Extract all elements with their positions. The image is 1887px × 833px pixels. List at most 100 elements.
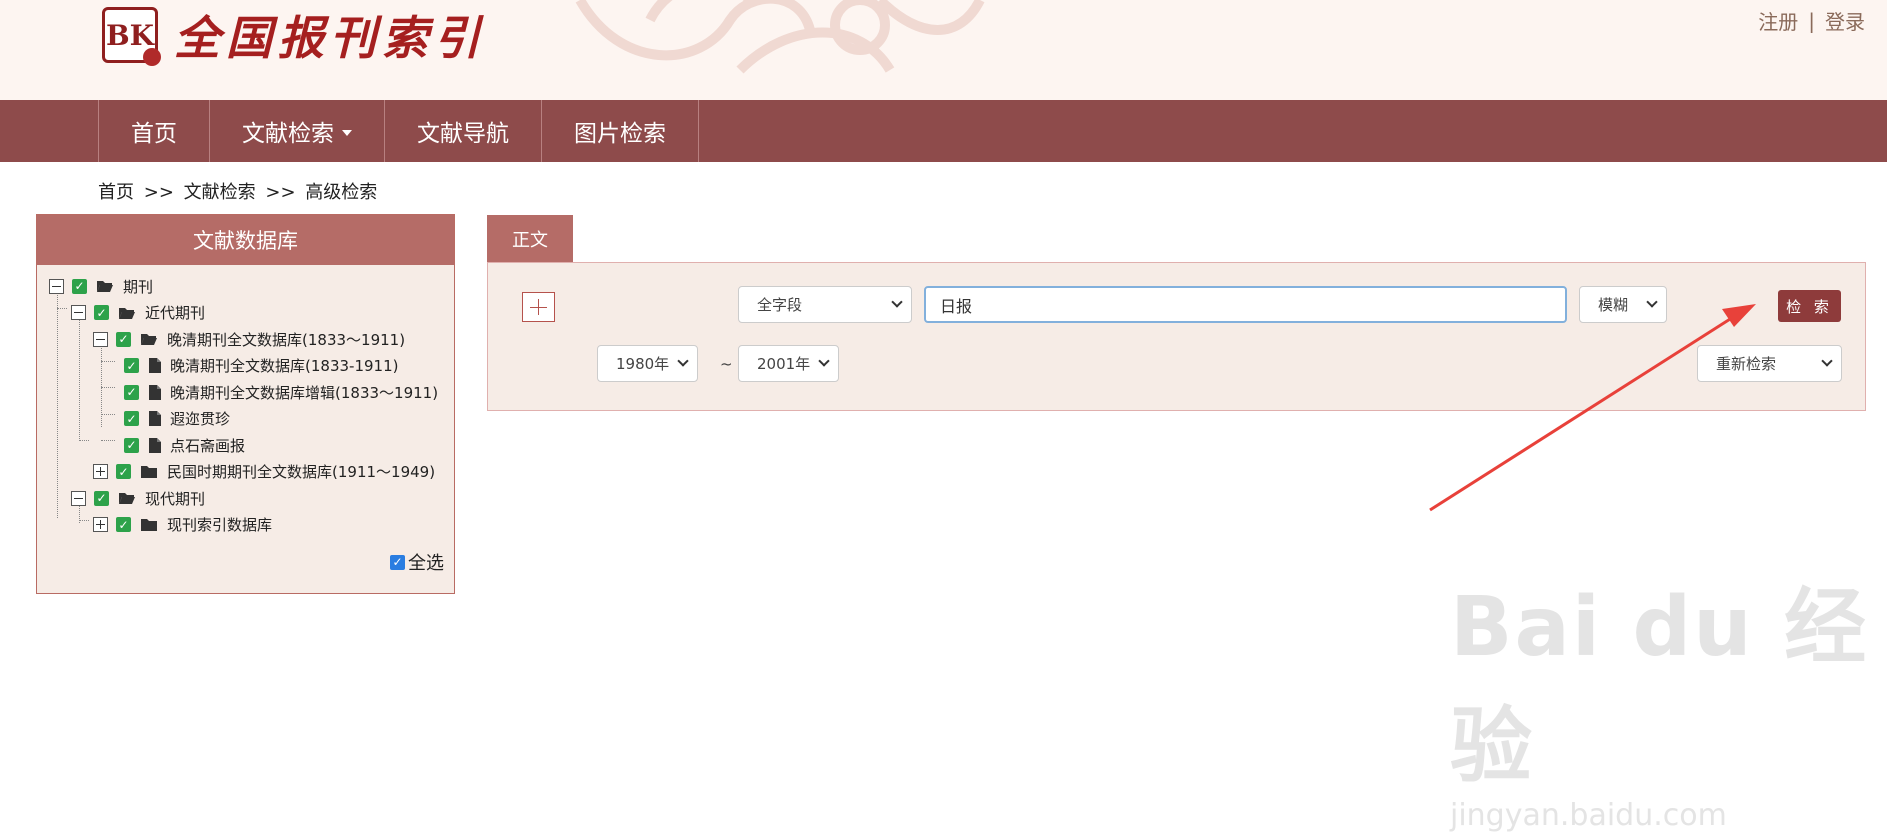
breadcrumb-current: 高级检索 bbox=[305, 182, 378, 203]
nav-item-label: 首页 bbox=[131, 121, 177, 147]
nav-item-label: 图片检索 bbox=[574, 121, 666, 147]
tab-body-text[interactable]: 正文 bbox=[487, 215, 573, 262]
checkbox-checked-icon[interactable]: ✓ bbox=[124, 384, 139, 400]
match-mode-select[interactable]: 模糊 bbox=[1579, 286, 1667, 323]
tree-node-label[interactable]: 遐迩贯珍 bbox=[170, 408, 230, 429]
tree-node-republic-db: ✓ 民国时期期刊全文数据库(1911～1949) bbox=[37, 459, 454, 486]
login-link[interactable]: 登录 bbox=[1825, 6, 1865, 35]
expand-toggle-icon[interactable] bbox=[93, 517, 108, 533]
checkbox-checked-icon[interactable]: ✓ bbox=[94, 490, 109, 506]
site-header: BK 全国报刊索引 注册 | 登录 bbox=[0, 0, 1887, 100]
tree-node-modern-era-journals: ✓ 近代期刊 bbox=[37, 300, 454, 327]
research-mode-value: 重新检索 bbox=[1716, 355, 1777, 373]
register-link[interactable]: 注册 bbox=[1758, 6, 1798, 35]
file-icon bbox=[149, 358, 161, 374]
research-mode-select[interactable]: 重新检索 bbox=[1697, 345, 1842, 382]
caret-down-icon bbox=[342, 130, 352, 136]
tree-node-current-index-db: ✓ 现刊索引数据库 bbox=[37, 512, 454, 539]
tree-node-label[interactable]: 晚清期刊全文数据库增辑(1833～1911) bbox=[170, 382, 438, 403]
collapse-toggle-icon[interactable] bbox=[93, 331, 108, 347]
checkbox-checked-icon[interactable]: ✓ bbox=[94, 305, 109, 321]
tree-node-label[interactable]: 民国时期期刊全文数据库(1911～1949) bbox=[167, 461, 435, 482]
folder-open-icon bbox=[118, 491, 136, 505]
tree-node-label[interactable]: 近代期刊 bbox=[145, 302, 205, 323]
year-to-select[interactable]: 2001年 bbox=[738, 345, 839, 382]
database-tree: ✓ 期刊 ✓ 近代期刊 ✓ 晚清期刊全文数据库(1833～1911) ✓ 晚清期… bbox=[37, 265, 454, 538]
nav-item-label: 文献导航 bbox=[417, 121, 509, 147]
checkbox-checked-icon[interactable]: ✓ bbox=[116, 331, 131, 347]
search-form: 全字段 日报 模糊 检 索 1980年 ~ 2001年 重新检索 bbox=[487, 262, 1866, 411]
watermark-brand: Bai du 经验 bbox=[1450, 580, 1869, 794]
tree-node-contemporary-journals: ✓ 现代期刊 bbox=[37, 485, 454, 512]
auth-separator: | bbox=[1808, 8, 1815, 33]
baidu-watermark: Bai du 经验 jingyan.baidu.com bbox=[1450, 560, 1887, 833]
select-all-label: 全选 bbox=[408, 553, 444, 574]
folder-open-icon bbox=[118, 306, 136, 320]
nav-item-literature-navigation[interactable]: 文献导航 bbox=[385, 100, 542, 162]
tree-node-dianshizhai: ✓ 点石斋画报 bbox=[37, 432, 454, 459]
tree-node-late-qing-supplement: ✓ 晚清期刊全文数据库增辑(1833～1911) bbox=[37, 379, 454, 406]
search-input[interactable]: 日报 bbox=[924, 286, 1567, 323]
tree-node-journals: ✓ 期刊 bbox=[37, 273, 454, 300]
range-separator: ~ bbox=[720, 355, 733, 373]
file-icon bbox=[149, 437, 161, 453]
collapse-toggle-icon[interactable] bbox=[71, 490, 86, 506]
add-condition-button[interactable] bbox=[522, 292, 555, 322]
folder-open-icon bbox=[140, 332, 158, 346]
tree-node-xiaer-guanzhen: ✓ 遐迩贯珍 bbox=[37, 406, 454, 433]
checkbox-checked-icon[interactable]: ✓ bbox=[116, 517, 131, 533]
breadcrumb-separator: >> bbox=[143, 182, 174, 203]
checkbox-checked-icon[interactable]: ✓ bbox=[72, 278, 87, 294]
checkbox-checked-icon[interactable]: ✓ bbox=[124, 411, 139, 427]
file-icon bbox=[149, 384, 161, 400]
decorative-swirl bbox=[575, 0, 985, 74]
chevron-down-icon bbox=[818, 355, 830, 367]
tree-node-label[interactable]: 晚清期刊全文数据库(1833～1911) bbox=[167, 329, 405, 350]
site-logo[interactable]: BK 全国报刊索引 bbox=[102, 2, 486, 68]
nav-item-literature-search[interactable]: 文献检索 bbox=[210, 100, 385, 162]
field-select[interactable]: 全字段 bbox=[738, 286, 912, 323]
database-panel: 文献数据库 ✓ 期刊 ✓ 近代期刊 ✓ 晚清期刊全文数据库(1833～1911)… bbox=[36, 214, 455, 594]
checkbox-checked-icon[interactable]: ✓ bbox=[124, 437, 139, 453]
tree-node-label[interactable]: 现刊索引数据库 bbox=[167, 514, 272, 535]
search-button[interactable]: 检 索 bbox=[1778, 290, 1841, 322]
search-input-value: 日报 bbox=[940, 296, 973, 316]
tree-node-late-qing-db: ✓ 晚清期刊全文数据库(1833～1911) bbox=[37, 326, 454, 353]
folder-closed-icon bbox=[140, 465, 158, 479]
checkbox-checked-icon[interactable]: ✓ bbox=[116, 464, 131, 480]
year-from-value: 1980年 bbox=[616, 355, 670, 373]
tree-node-label[interactable]: 晚清期刊全文数据库(1833-1911) bbox=[170, 355, 398, 376]
field-select-value: 全字段 bbox=[757, 296, 803, 314]
auth-links: 注册 | 登录 bbox=[1758, 6, 1865, 35]
chevron-down-icon bbox=[677, 355, 689, 367]
nav-item-home[interactable]: 首页 bbox=[99, 100, 210, 162]
tree-node-label[interactable]: 点石斋画报 bbox=[170, 435, 245, 456]
chevron-down-icon bbox=[1646, 296, 1658, 308]
tree-node-label[interactable]: 现代期刊 bbox=[145, 488, 205, 509]
match-mode-value: 模糊 bbox=[1598, 296, 1629, 314]
year-to-value: 2001年 bbox=[757, 355, 811, 373]
watermark-url: jingyan.baidu.com bbox=[1450, 798, 1727, 833]
file-icon bbox=[149, 411, 161, 427]
database-panel-title: 文献数据库 bbox=[37, 215, 454, 265]
breadcrumb: 首页 >> 文献检索 >> 高级检索 bbox=[98, 178, 381, 204]
nav-item-image-search[interactable]: 图片检索 bbox=[542, 100, 699, 162]
expand-toggle-icon[interactable] bbox=[93, 464, 108, 480]
logo-mark: BK bbox=[102, 7, 161, 66]
folder-closed-icon bbox=[140, 518, 158, 532]
collapse-toggle-icon[interactable] bbox=[71, 305, 86, 321]
collapse-toggle-icon[interactable] bbox=[49, 278, 64, 294]
year-from-select[interactable]: 1980年 bbox=[597, 345, 698, 382]
chevron-down-icon bbox=[1821, 355, 1833, 367]
select-all-checkbox[interactable]: ✓ 全选 bbox=[390, 549, 444, 575]
breadcrumb-home[interactable]: 首页 bbox=[98, 182, 134, 203]
breadcrumb-literature-search[interactable]: 文献检索 bbox=[184, 182, 256, 203]
folder-open-icon bbox=[96, 279, 114, 293]
tree-node-label[interactable]: 期刊 bbox=[123, 276, 153, 297]
tree-node-late-qing-fulltext: ✓ 晚清期刊全文数据库(1833-1911) bbox=[37, 353, 454, 380]
checkbox-checked-icon[interactable]: ✓ bbox=[390, 554, 405, 570]
checkbox-checked-icon[interactable]: ✓ bbox=[124, 358, 139, 374]
logo-text: 全国报刊索引 bbox=[174, 11, 486, 65]
breadcrumb-separator: >> bbox=[265, 182, 296, 203]
main-nav: 首页 文献检索 文献导航 图片检索 bbox=[0, 100, 1887, 162]
